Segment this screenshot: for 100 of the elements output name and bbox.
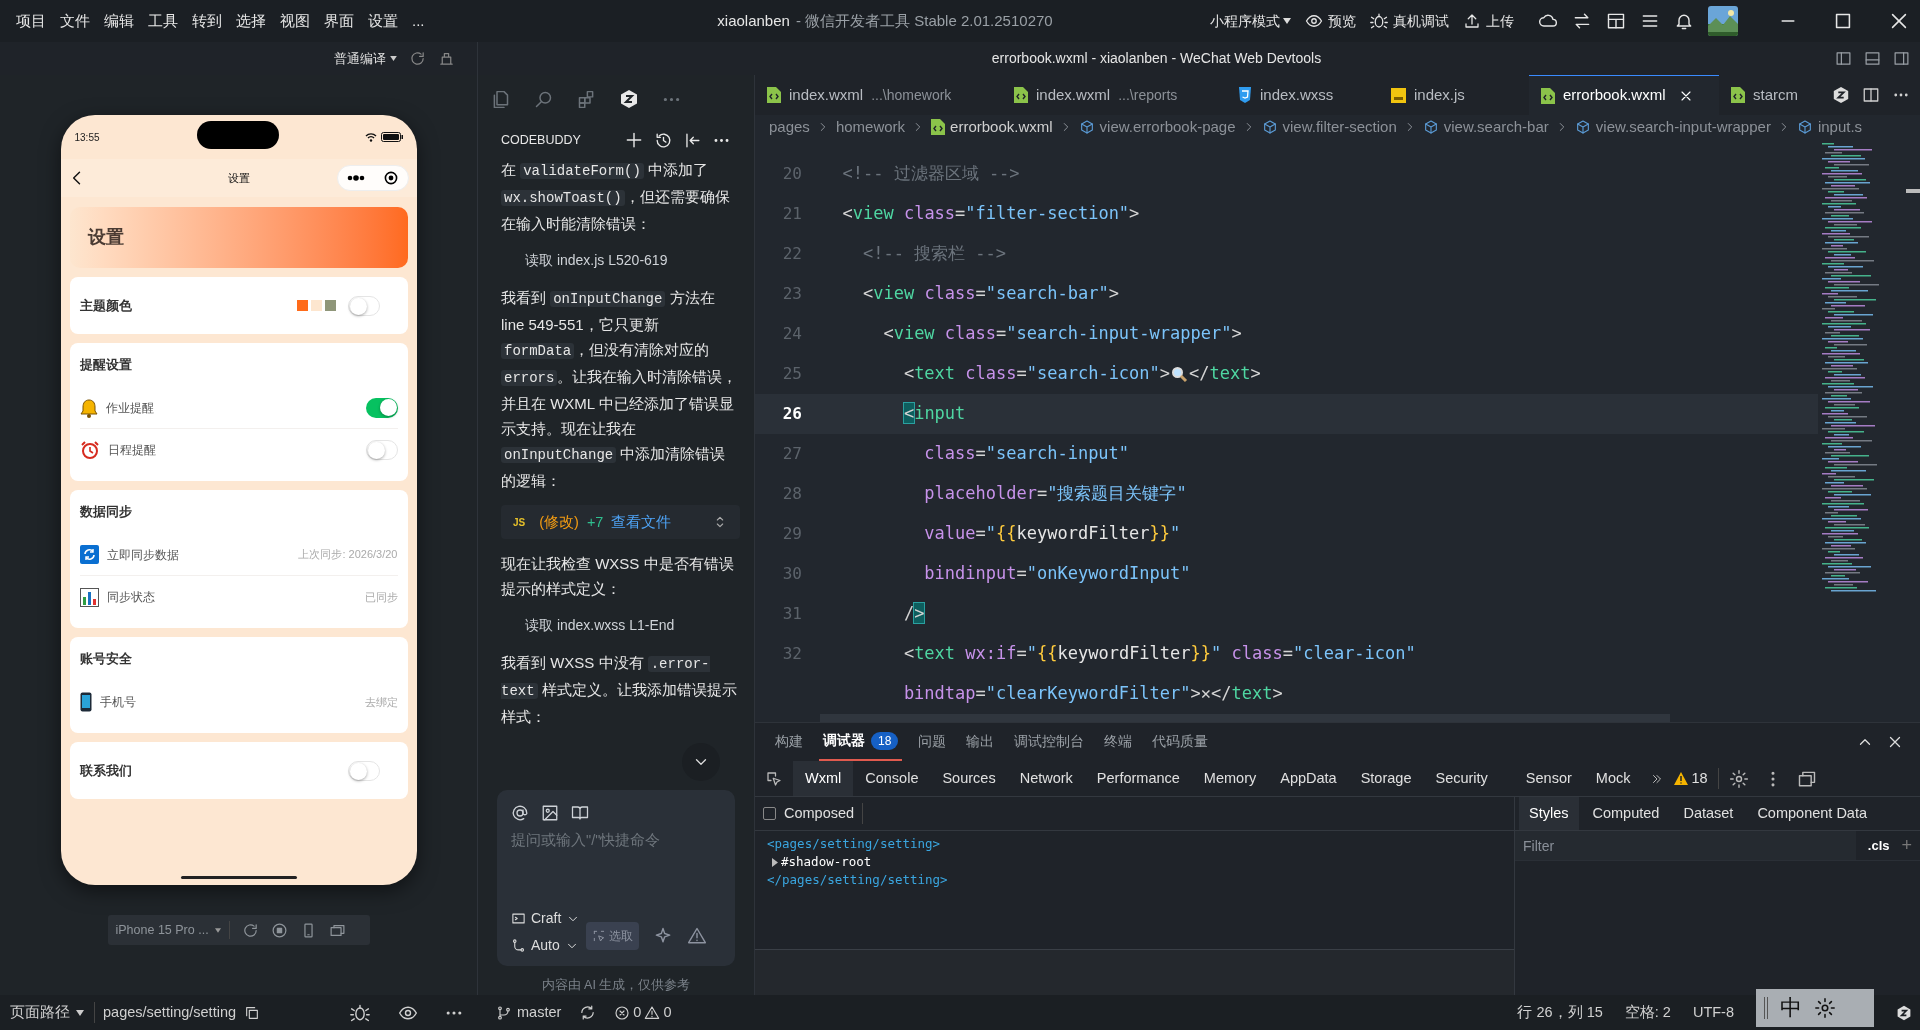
- color-swatch[interactable]: [296, 300, 308, 311]
- settings-row[interactable]: 作业提醒: [79, 387, 398, 429]
- assistant-icon[interactable]: [1896, 1004, 1912, 1021]
- devtools-tab[interactable]: Console: [853, 761, 931, 796]
- book-icon[interactable]: [571, 804, 589, 822]
- view-file-link[interactable]: 查看文件: [611, 509, 672, 535]
- ime-toolbar[interactable]: 中: [1756, 988, 1874, 1027]
- swap-icon[interactable]: [1572, 11, 1592, 31]
- devtools-tab[interactable]: Sources: [930, 761, 1008, 796]
- devtools-tab[interactable]: Security: [1423, 761, 1500, 796]
- toggle-switch[interactable]: [365, 440, 398, 460]
- image-icon[interactable]: [541, 804, 559, 822]
- tree-node[interactable]: #shadow-root: [767, 853, 1514, 871]
- settings-row[interactable]: 立即同步数据 上次同步: 2026/3/20: [79, 534, 398, 576]
- editor-tab[interactable]: index.js: [1379, 75, 1529, 115]
- breadcrumb-item[interactable]: homework: [835, 115, 906, 139]
- styles-tab[interactable]: Component Data: [1747, 797, 1877, 830]
- model-dropdown[interactable]: Auto: [511, 935, 581, 957]
- mode-dropdown[interactable]: Craft: [511, 908, 581, 930]
- settings-row[interactable]: 日程提醒: [79, 429, 398, 471]
- devtools-tab[interactable]: Sensor: [1513, 761, 1584, 796]
- menu-item[interactable]: 转到: [188, 7, 226, 35]
- toggle-switch[interactable]: [347, 295, 380, 316]
- panel-tab[interactable]: 调试控制台: [1010, 723, 1089, 761]
- assistant-icon[interactable]: [1832, 86, 1850, 104]
- page-path-dropdown[interactable]: 页面路径: [10, 1001, 95, 1024]
- problems-button[interactable]: 0 0: [614, 1001, 672, 1024]
- styles-tab[interactable]: Computed: [1582, 797, 1670, 830]
- toolbar-button[interactable]: 上传: [1463, 10, 1514, 32]
- menu-item[interactable]: 工具: [144, 7, 182, 35]
- indent-setting[interactable]: 空格: 2: [1624, 1001, 1671, 1024]
- more-icon[interactable]: [347, 175, 365, 181]
- color-swatch[interactable]: [324, 300, 336, 311]
- settings-row[interactable]: 同步状态 已同步: [79, 576, 398, 618]
- compile-dropdown[interactable]: 普通编译: [334, 48, 397, 69]
- menu-item[interactable]: 选择: [232, 7, 270, 35]
- bug-icon[interactable]: [350, 1002, 370, 1023]
- encoding-setting[interactable]: UTF-8: [1692, 1001, 1734, 1024]
- add-icon[interactable]: [624, 130, 644, 150]
- record-icon[interactable]: [270, 921, 288, 939]
- editor-tab[interactable]: starcm: [1719, 75, 1809, 115]
- editor-tab[interactable]: index.wxml ...\reports: [1002, 75, 1226, 115]
- editor-tab[interactable]: index.wxss: [1226, 75, 1379, 115]
- menu-item[interactable]: 编辑: [100, 7, 138, 35]
- tree-tag[interactable]: </pages/setting/setting>: [767, 871, 1514, 889]
- sync-icon[interactable]: [579, 1004, 597, 1021]
- color-swatch[interactable]: [310, 300, 322, 311]
- capsule-button[interactable]: [336, 165, 409, 191]
- devtools-tab[interactable]: Network: [1007, 761, 1085, 796]
- expand-arrow-icon[interactable]: [771, 857, 779, 867]
- devtools-tab[interactable]: AppData: [1268, 761, 1349, 796]
- breadcrumb-item[interactable]: view.search-input-wrapper: [1574, 115, 1771, 139]
- refresh-icon[interactable]: [409, 50, 426, 67]
- cursor-position[interactable]: 行 26，列 15: [1517, 1001, 1603, 1024]
- settings-row[interactable]: 手机号 去绑定: [79, 681, 398, 723]
- inspect-icon[interactable]: [765, 769, 783, 788]
- breadcrumb-item[interactable]: view.filter-section: [1261, 115, 1397, 139]
- layout-icon[interactable]: [1606, 11, 1626, 31]
- split-editor-icon[interactable]: [1862, 86, 1880, 104]
- cls-button[interactable]: .cls: [1863, 835, 1894, 856]
- panel-icon[interactable]: [1864, 50, 1881, 67]
- toolbar-button[interactable]: 预览: [1305, 10, 1356, 32]
- panel-tab[interactable]: 代码质量: [1148, 723, 1213, 761]
- toolbar-button[interactable]: 真机调试: [1370, 10, 1449, 32]
- menu-item[interactable]: 界面: [320, 7, 358, 35]
- mode-dropdown[interactable]: 小程序模式: [1210, 10, 1291, 32]
- editor-tab[interactable]: errorbook.wxml: [1529, 75, 1719, 115]
- toggle-switch[interactable]: [365, 397, 398, 418]
- breadcrumb-item[interactable]: pages: [769, 115, 810, 139]
- settings-icon[interactable]: [1814, 996, 1836, 1019]
- sidebar-icon[interactable]: [1835, 50, 1852, 67]
- chat-input-box[interactable]: 提问或输入"/"快捷命令 Craft Auto 选取: [497, 790, 735, 967]
- clear-cache-icon[interactable]: [438, 50, 455, 67]
- ime-mode[interactable]: 中: [1780, 991, 1802, 1024]
- menu-item[interactable]: 设置: [364, 7, 402, 35]
- panel-tab[interactable]: 输出: [962, 723, 999, 761]
- toggle-switch[interactable]: [347, 760, 380, 781]
- warning-count[interactable]: 18: [1674, 767, 1719, 790]
- menu-item[interactable]: 项目: [12, 7, 50, 35]
- devtools-tab[interactable]: Performance: [1084, 761, 1192, 796]
- rotate-icon[interactable]: [241, 921, 259, 939]
- breadcrumb-item[interactable]: view.errorbook-page: [1078, 115, 1236, 139]
- file-change-card[interactable]: JS (修改) +7 查看文件: [501, 505, 740, 539]
- panel-tab[interactable]: 终端: [1100, 723, 1137, 761]
- breadcrumb-item[interactable]: errorbook.wxml: [931, 115, 1053, 139]
- sidebar-right-icon[interactable]: [1893, 50, 1910, 67]
- filter-field[interactable]: Filter: [1515, 831, 1856, 860]
- styles-tab[interactable]: Dataset: [1673, 797, 1744, 830]
- devtools-tab[interactable]: Mock: [1583, 761, 1643, 796]
- composed-checkbox[interactable]: Composed: [763, 802, 864, 825]
- scrollbar-thumb[interactable]: [1906, 189, 1920, 193]
- panel-tab[interactable]: 问题: [914, 723, 951, 761]
- copy-icon[interactable]: [244, 1004, 260, 1021]
- menu-item[interactable]: ...: [408, 7, 429, 35]
- settings-icon[interactable]: [1728, 768, 1749, 789]
- breadcrumb-item[interactable]: view.search-bar: [1422, 115, 1549, 139]
- panel-tab[interactable]: 构建: [771, 723, 807, 761]
- add-rule-button[interactable]: +: [1901, 832, 1920, 859]
- devtools-tab[interactable]: Wxml: [793, 761, 854, 796]
- tree-tag[interactable]: <pages/setting/setting>: [767, 835, 1514, 853]
